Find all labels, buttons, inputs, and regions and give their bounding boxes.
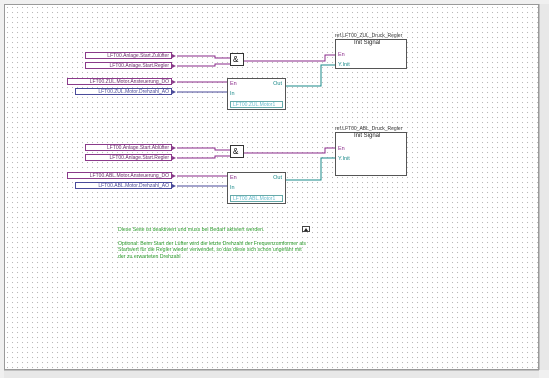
regler-block-zul[interactable]: Init Signal En Y.Init bbox=[335, 39, 407, 69]
note-optional: Optional: Beim Start der Lüfter wird die… bbox=[118, 241, 306, 260]
wire-and-to-en-2 bbox=[244, 147, 335, 154]
wire-out-to-yinit bbox=[286, 64, 335, 87]
pin-en: En bbox=[338, 146, 345, 152]
input-abl-motor-drehzahl[interactable]: LFT00.ABL.Motor.Drehzahl_AO bbox=[75, 182, 176, 189]
motor-block-zul[interactable]: En In Out LFT00.ZUL.Motor1 bbox=[227, 78, 286, 110]
and-gate-2[interactable]: & bbox=[230, 145, 244, 158]
wire-out-to-yinit-2 bbox=[286, 157, 335, 181]
input-start-abluefter[interactable]: LFT00.Anlage.Start.Ablüfter bbox=[85, 144, 176, 151]
input-start-regler-2[interactable]: LFT00.Anlage.Start.Regler bbox=[85, 154, 176, 161]
wire-start-abluefter bbox=[177, 147, 230, 151]
pin-out: Out bbox=[273, 81, 282, 87]
wire-and-to-en bbox=[244, 54, 335, 62]
pin-en: En bbox=[230, 81, 237, 87]
input-zul-motor-drehzahl[interactable]: LFT00.ZUL.Motor.Drehzahl_AO bbox=[75, 88, 176, 95]
regler-block-abl[interactable]: Init Signal En Y.Init bbox=[335, 132, 407, 176]
input-start-regler[interactable]: LFT00.Anlage.Start.Regler bbox=[85, 62, 176, 69]
input-abl-motor-ansteuerung[interactable]: LFT00.ABL.Motor.Ansteuerung_DO bbox=[67, 172, 176, 179]
pin-en: En bbox=[230, 175, 237, 181]
pin-out: Out bbox=[273, 175, 282, 181]
input-start-zuluefter[interactable]: LFT00.Anlage.Start.Zulüfter bbox=[85, 52, 176, 59]
horizontal-scrollbar[interactable] bbox=[4, 370, 539, 378]
note-deactivated: Diese Seite ist deaktiviert und muss bei… bbox=[118, 227, 265, 233]
pin-yinit: Y.Init bbox=[338, 62, 350, 68]
wire-start-regler-2 bbox=[177, 155, 230, 159]
function-plan-canvas[interactable]: LFT00.Anlage.Start.Zulüfter LFT00.Anlage… bbox=[4, 4, 539, 370]
page-up-icon[interactable] bbox=[302, 226, 310, 232]
wire-start-regler bbox=[177, 63, 230, 67]
block-title: Init Signal bbox=[354, 40, 381, 46]
instance-name: LFT00.ZUL.Motor1 bbox=[230, 101, 283, 108]
pin-in: In bbox=[230, 185, 235, 191]
pin-en: En bbox=[338, 52, 345, 58]
motor-block-abl[interactable]: En In Out LFT00.ABL.Motor1 bbox=[227, 172, 286, 204]
instance-name: LFT00.ABL.Motor1 bbox=[230, 195, 283, 202]
pin-in: In bbox=[230, 91, 235, 97]
pin-yinit: Y.Init bbox=[338, 156, 350, 162]
and-gate[interactable]: & bbox=[230, 53, 244, 66]
wire-start-zuluefter bbox=[177, 55, 230, 59]
input-zul-motor-ansteuerung[interactable]: LFT00.ZUL.Motor.Ansteuerung_DO bbox=[67, 78, 176, 85]
block-title: Init Signal bbox=[354, 133, 381, 139]
vertical-scrollbar[interactable] bbox=[539, 4, 549, 370]
